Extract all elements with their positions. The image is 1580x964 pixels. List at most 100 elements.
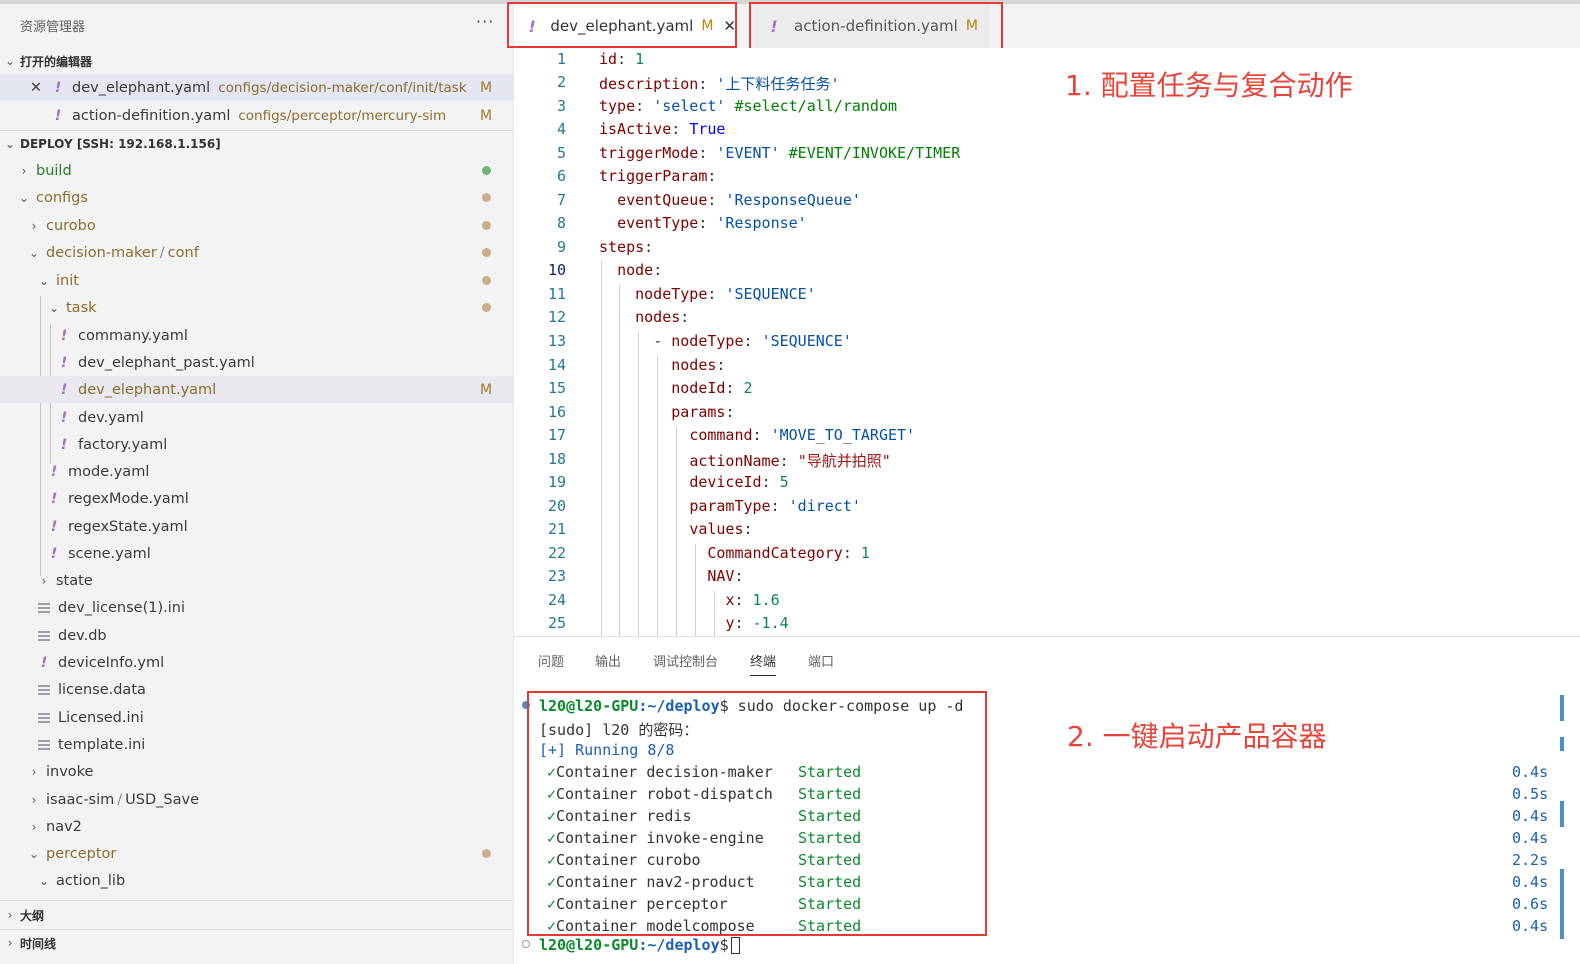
- tree-folder-perceptor[interactable]: ⌄ perceptor: [0, 840, 513, 867]
- tab-ports[interactable]: 端口: [808, 651, 834, 670]
- tree-label: regexMode.yaml: [68, 490, 189, 507]
- tree-file-scene[interactable]: ! scene.yaml: [0, 540, 513, 567]
- chevron-right-icon: ›: [31, 792, 37, 807]
- code-line: nodes:: [635, 308, 690, 326]
- tree-label: configs: [36, 189, 88, 206]
- chevron-right-icon: ›: [7, 936, 13, 950]
- timeline-label: 时间线: [20, 936, 57, 951]
- scrollbar-marker[interactable]: [1560, 869, 1564, 939]
- tree-folder-state[interactable]: › state: [0, 567, 513, 594]
- code-editor[interactable]: 1 2 3 4 5 6 7 8 9 10 11 12 13 14 15 16 17 18 19 20 21 22 23 24 2…: [514, 48, 1580, 636]
- tree-file-commany[interactable]: ! commany.yaml: [0, 322, 513, 349]
- tree-file-dev[interactable]: ! dev.yaml: [0, 404, 513, 431]
- code-line: command: 'MOVE_TO_TARGET': [689, 426, 916, 444]
- line-number: 19: [547, 473, 566, 491]
- bottom-panel: 问题 输出 调试控制台 终端 端口 l20@l20-GPU:~/deploy$ …: [514, 636, 1580, 964]
- open-editor-item-dev-elephant[interactable]: ✕ ! dev_elephant.yaml configs/decision-m…: [0, 74, 513, 101]
- chevron-right-icon: ›: [21, 163, 27, 178]
- tree-label: USD_Save: [125, 791, 199, 808]
- tree-label: scene.yaml: [68, 545, 151, 562]
- line-number: 25: [547, 614, 566, 632]
- tree-file-regexstate[interactable]: ! regexState.yaml: [0, 513, 513, 540]
- workspace-label: DEPLOY [SSH: 192.168.1.156]: [20, 137, 221, 151]
- tree-label: factory.yaml: [78, 436, 168, 453]
- status-dot: [482, 849, 491, 858]
- chevron-down-icon: ⌄: [28, 245, 40, 260]
- open-editor-item-action-definition[interactable]: ! action-definition.yaml configs/percept…: [0, 102, 513, 129]
- annotation-start-containers: 2. 一键启动产品容器: [1067, 720, 1327, 753]
- tree-file-dev-elephant-past[interactable]: ! dev_elephant_past.yaml: [0, 349, 513, 376]
- tree-file-license-data[interactable]: license.data: [0, 676, 513, 703]
- tree-folder-nav2[interactable]: › nav2: [0, 813, 513, 840]
- text-file-icon: [38, 739, 50, 750]
- code-line: nodeType: 'SEQUENCE': [635, 285, 816, 303]
- open-editor-path: configs/perceptor/mercury-sim: [238, 107, 447, 124]
- line-number: 21: [547, 520, 566, 538]
- tree-file-dev-elephant[interactable]: ! dev_elephant.yaml M: [0, 376, 513, 403]
- tree-folder-invoke[interactable]: › invoke: [0, 758, 513, 785]
- highlight-box: [527, 691, 987, 936]
- close-icon[interactable]: ✕: [28, 80, 44, 96]
- tree-folder-isaac-sim[interactable]: › isaac-sim / USD_Save: [0, 786, 513, 813]
- code-line: nodes:: [671, 356, 726, 374]
- tab-problems[interactable]: 问题: [538, 651, 564, 670]
- code-line: - nodeType: 'SEQUENCE': [653, 332, 852, 350]
- line-number: 11: [547, 285, 566, 303]
- open-editors-header[interactable]: ⌄ 打开的编辑器: [0, 48, 513, 74]
- tree-label: nav2: [46, 818, 82, 835]
- modified-badge: M: [480, 79, 493, 96]
- tree-folder-curobo[interactable]: › curobo: [0, 212, 513, 239]
- tree-file-regexmode[interactable]: ! regexMode.yaml: [0, 485, 513, 512]
- explorer-sidebar: 资源管理器 ··· ⌄ 打开的编辑器 ✕ ! dev_elephant.yaml…: [0, 4, 514, 964]
- tree-file-deviceinfo[interactable]: ! deviceInfo.yml: [0, 649, 513, 676]
- yaml-file-icon: !: [54, 79, 62, 96]
- annotation-config-task: 1. 配置任务与复合动作: [1065, 69, 1353, 102]
- chevron-right-icon: ›: [31, 218, 37, 233]
- vscode-window: 资源管理器 ··· ⌄ 打开的编辑器 ✕ ! dev_elephant.yaml…: [0, 0, 1580, 964]
- line-number: 24: [547, 591, 566, 609]
- line-number: 13: [547, 332, 566, 350]
- scrollbar-marker[interactable]: [1560, 695, 1564, 721]
- container-time: 0.4s: [1512, 763, 1549, 781]
- yaml-file-icon: !: [50, 490, 58, 507]
- chevron-down-icon: ⌄: [4, 137, 16, 151]
- tree-label: state: [56, 572, 93, 589]
- tree-folder-task[interactable]: ⌄ task: [0, 294, 513, 321]
- chevron-down-icon: ⌄: [18, 190, 30, 205]
- tree-folder-action-lib[interactable]: ⌄ action_lib: [0, 867, 513, 894]
- tree-file-licensed[interactable]: Licensed.ini: [0, 704, 513, 731]
- more-actions-icon[interactable]: ···: [476, 12, 494, 31]
- timeline-header[interactable]: › 时间线: [0, 930, 513, 956]
- container-time: 0.4s: [1512, 917, 1549, 935]
- line-number: 5: [556, 144, 566, 162]
- line-number: 16: [547, 403, 566, 421]
- line-number: 4: [556, 120, 566, 138]
- tree-file-template[interactable]: template.ini: [0, 731, 513, 758]
- tab-output[interactable]: 输出: [595, 651, 621, 670]
- terminal-prompt-line[interactable]: l20@l20-GPU:~/deploy$: [539, 936, 740, 954]
- tree-label: task: [66, 299, 97, 316]
- line-number: 23: [547, 567, 566, 585]
- tab-terminal[interactable]: 终端: [750, 651, 777, 676]
- line-number: 9: [556, 238, 566, 256]
- tree-folder-init[interactable]: ⌄ init: [0, 267, 513, 294]
- tree-folder-configs[interactable]: ⌄ configs: [0, 184, 513, 211]
- chevron-down-icon: ⌄: [48, 300, 60, 315]
- line-number: 15: [547, 379, 566, 397]
- tab-debug-console[interactable]: 调试控制台: [653, 651, 718, 670]
- tree-folder-build[interactable]: › build: [0, 157, 513, 184]
- open-editor-name: dev_elephant.yaml: [72, 79, 211, 96]
- scrollbar-marker[interactable]: [1560, 801, 1564, 827]
- text-file-icon: [38, 684, 50, 695]
- status-dot: [482, 193, 491, 202]
- tree-file-dev-license[interactable]: dev_license(1).ini: [0, 594, 513, 621]
- line-number: 12: [547, 308, 566, 326]
- line-number: 2: [556, 73, 566, 91]
- tree-folder-decision-maker[interactable]: ⌄ decision-maker / conf: [0, 239, 513, 266]
- workspace-header[interactable]: ⌄ DEPLOY [SSH: 192.168.1.156]: [0, 131, 513, 157]
- outline-header[interactable]: › 大纲: [0, 902, 513, 928]
- tree-file-mode[interactable]: ! mode.yaml: [0, 458, 513, 485]
- tree-file-dev-db[interactable]: dev.db: [0, 622, 513, 649]
- tree-file-factory[interactable]: ! factory.yaml: [0, 431, 513, 458]
- scrollbar-marker[interactable]: [1560, 737, 1564, 751]
